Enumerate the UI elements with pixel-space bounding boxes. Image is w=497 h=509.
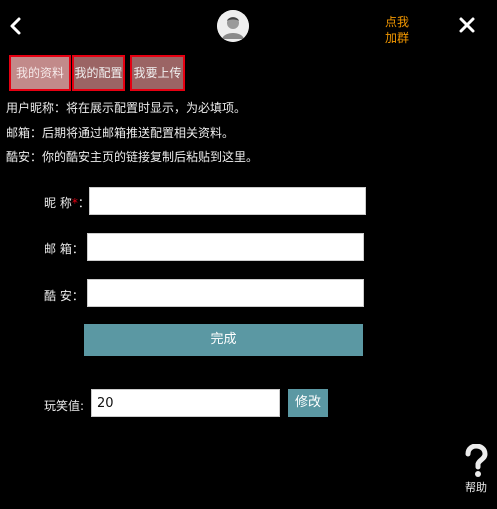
tab-my-profile[interactable]: 我的资料 — [9, 55, 71, 91]
edit-button[interactable]: 修改 — [288, 389, 328, 417]
join-group-link[interactable]: 点我 加群 — [383, 14, 411, 46]
chevron-left-icon — [10, 17, 21, 35]
close-button[interactable] — [456, 14, 478, 36]
tab-upload[interactable]: 我要上传 — [130, 55, 185, 91]
help-button[interactable]: 帮助 — [459, 443, 493, 495]
user-avatar-icon — [217, 10, 249, 42]
info-nickname: 用户昵称：将在展示配置时显示，为必填项。 — [6, 101, 247, 115]
submit-button[interactable]: 完成 — [84, 324, 363, 356]
question-mark-icon — [465, 443, 488, 477]
coolapk-input[interactable] — [87, 279, 364, 307]
info-coolapk: 酷安：你的酷安主页的链接复制后粘贴到这里。 — [6, 150, 259, 164]
joke-value-input[interactable] — [91, 389, 280, 417]
join-link-line2: 加群 — [384, 31, 409, 45]
info-email: 邮箱：后期将通过邮箱推送配置相关资料。 — [6, 126, 235, 140]
email-input[interactable] — [87, 233, 364, 261]
help-label: 帮助 — [465, 481, 487, 494]
nickname-input[interactable] — [89, 187, 366, 215]
nickname-label-text: 昵 称 — [44, 196, 72, 210]
close-icon — [459, 17, 475, 33]
avatar[interactable] — [217, 10, 249, 42]
join-link-line1: 点我 — [384, 15, 409, 29]
back-button[interactable] — [6, 12, 26, 40]
email-label: 邮 箱： — [44, 242, 84, 256]
coolapk-label: 酷 安： — [44, 289, 84, 303]
tab-my-config[interactable]: 我的配置 — [72, 55, 125, 91]
joke-value-label: 玩笑值: — [44, 399, 85, 413]
nickname-label: 昵 称*： — [44, 194, 90, 211]
